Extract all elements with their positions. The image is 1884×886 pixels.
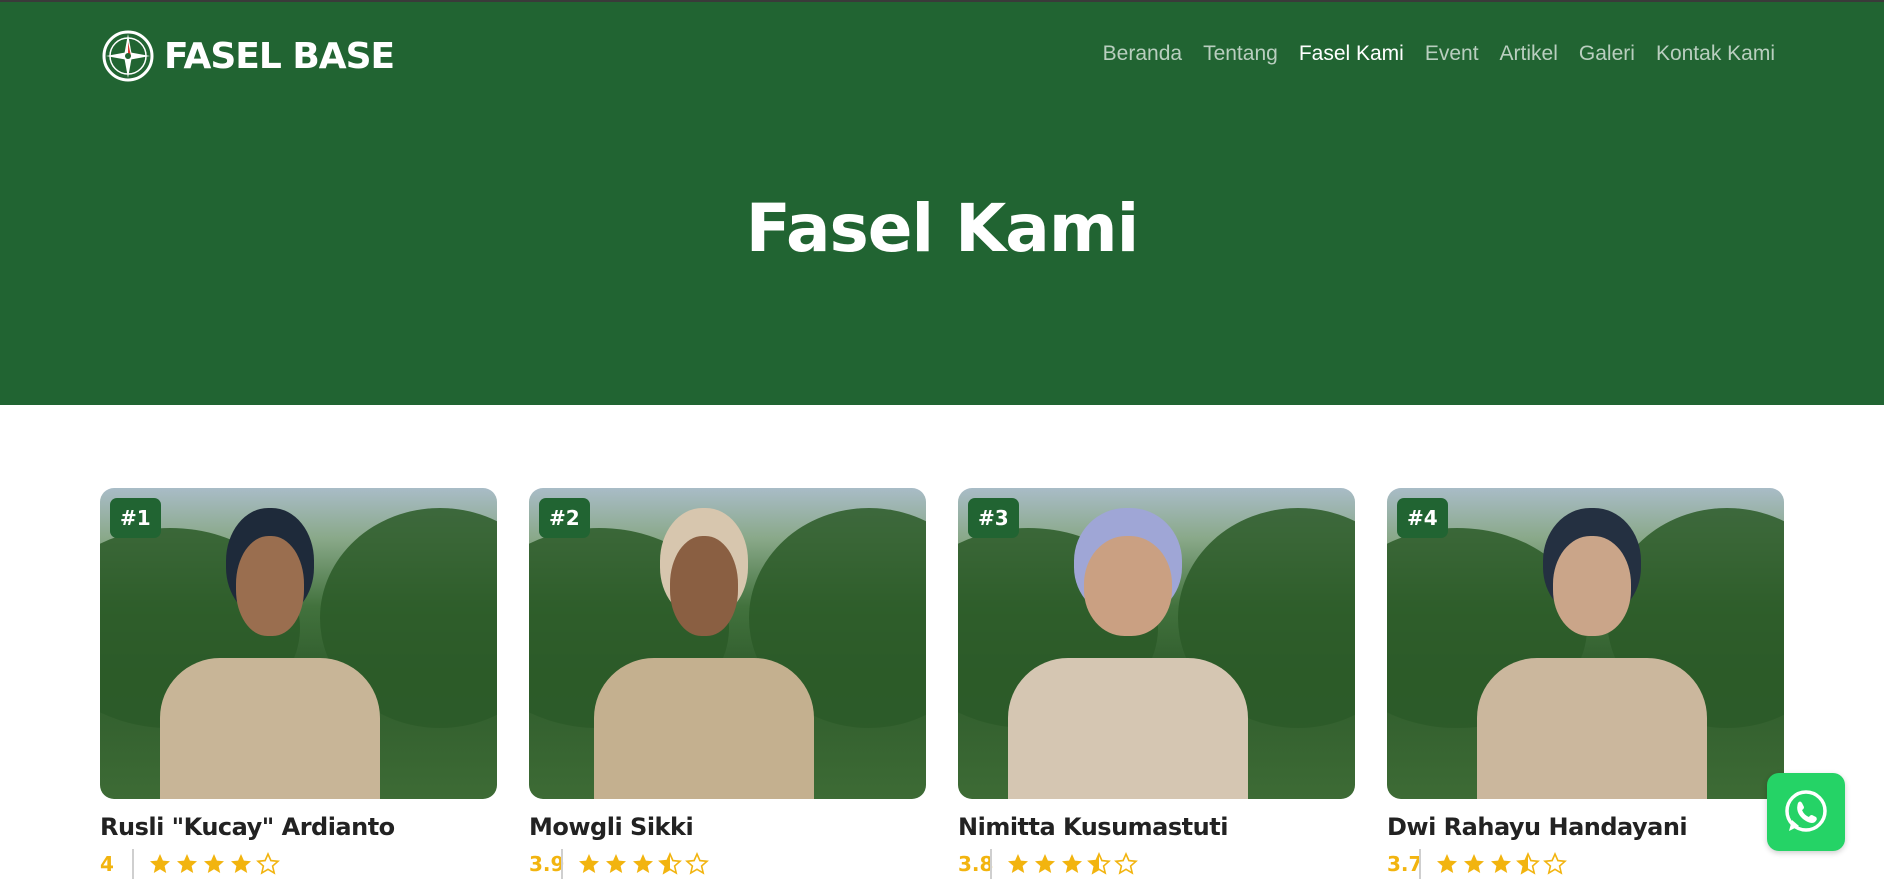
rating: 4	[100, 849, 497, 879]
rating-divider	[1419, 849, 1421, 879]
fasilitator-name[interactable]: Dwi Rahayu Handayani	[1387, 813, 1784, 841]
fasilitator-card[interactable]: #1 Rusli "Kucay" Ardianto 4	[100, 488, 497, 879]
star-empty-icon	[256, 852, 280, 875]
fasilitator-name[interactable]: Mowgli Sikki	[529, 813, 926, 841]
whatsapp-button[interactable]	[1767, 773, 1845, 851]
star-full-icon	[1464, 854, 1484, 873]
star-full-icon	[579, 854, 599, 873]
whatsapp-icon	[1785, 790, 1827, 832]
star-empty-icon	[1543, 852, 1567, 875]
star-full-icon	[606, 854, 626, 873]
rating-divider	[990, 849, 992, 879]
rating-score: 4	[100, 852, 114, 876]
page-title: Fasel Kami	[745, 190, 1139, 267]
fasilitator-card[interactable]: #2 Mowgli Sikki 3.9	[529, 488, 926, 879]
rating-divider	[132, 849, 134, 879]
rank-badge: #4	[1397, 498, 1448, 538]
star-full-icon	[633, 854, 653, 873]
fasilitator-photo: #4	[1387, 488, 1784, 799]
star-full-icon	[177, 854, 197, 873]
rating: 3.9	[529, 849, 926, 879]
rating-score: 3.8	[958, 852, 994, 876]
compass-icon	[102, 30, 154, 82]
star-half-icon	[1087, 852, 1111, 875]
rating-divider	[561, 849, 563, 879]
rating-score: 3.9	[529, 852, 565, 876]
star-empty-icon	[685, 852, 709, 875]
star-half-icon	[658, 852, 682, 875]
logo-text: FASEL BASE	[164, 35, 395, 77]
rating: 3.7	[1387, 849, 1784, 879]
rating: 3.8	[958, 849, 1355, 879]
fasilitator-photo: #2	[529, 488, 926, 799]
nav-item-kontak-kami[interactable]: Kontak Kami	[1656, 42, 1775, 66]
star-full-icon	[1062, 854, 1082, 873]
star-empty-icon	[1114, 852, 1138, 875]
fasilitator-card[interactable]: #4 Dwi Rahayu Handayani 3.7	[1387, 488, 1784, 879]
star-full-icon	[1491, 854, 1511, 873]
star-full-icon	[231, 854, 251, 873]
fasilitator-name[interactable]: Nimitta Kusumastuti	[958, 813, 1355, 841]
rating-stars	[1435, 852, 1567, 876]
star-full-icon	[204, 854, 224, 873]
fasilitator-name[interactable]: Rusli "Kucay" Ardianto	[100, 813, 497, 841]
nav-item-event[interactable]: Event	[1425, 42, 1479, 66]
rank-badge: #2	[539, 498, 590, 538]
star-full-icon	[1008, 854, 1028, 873]
fasilitator-list: #1 Rusli "Kucay" Ardianto 4 #2 Mowgli Sikki…	[100, 488, 1784, 879]
nav-item-tentang[interactable]: Tentang	[1203, 42, 1278, 66]
star-half-icon	[1516, 852, 1540, 875]
site-logo[interactable]: FASEL BASE	[100, 28, 395, 84]
rating-stars	[1006, 852, 1138, 876]
star-full-icon	[1437, 854, 1457, 873]
hero-banner: FASEL BASE Beranda Tentang Fasel Kami Event…	[0, 0, 1884, 405]
nav-item-galeri[interactable]: Galeri	[1579, 42, 1635, 66]
star-full-icon	[1035, 854, 1055, 873]
fasilitator-photo: #1	[100, 488, 497, 799]
main-nav: Beranda Tentang Fasel Kami Event Artikel Gale…	[1103, 42, 1775, 66]
rating-stars	[577, 852, 709, 876]
rating-score: 3.7	[1387, 852, 1423, 876]
nav-item-artikel[interactable]: Artikel	[1500, 42, 1558, 66]
top-border	[0, 0, 1884, 2]
rank-badge: #3	[968, 498, 1019, 538]
fasilitator-card[interactable]: #3 Nimitta Kusumastuti 3.8	[958, 488, 1355, 879]
rating-stars	[148, 852, 280, 876]
nav-item-fasel-kami[interactable]: Fasel Kami	[1299, 42, 1404, 66]
star-full-icon	[150, 854, 170, 873]
nav-item-beranda[interactable]: Beranda	[1103, 42, 1182, 66]
rank-badge: #1	[110, 498, 161, 538]
fasilitator-photo: #3	[958, 488, 1355, 799]
